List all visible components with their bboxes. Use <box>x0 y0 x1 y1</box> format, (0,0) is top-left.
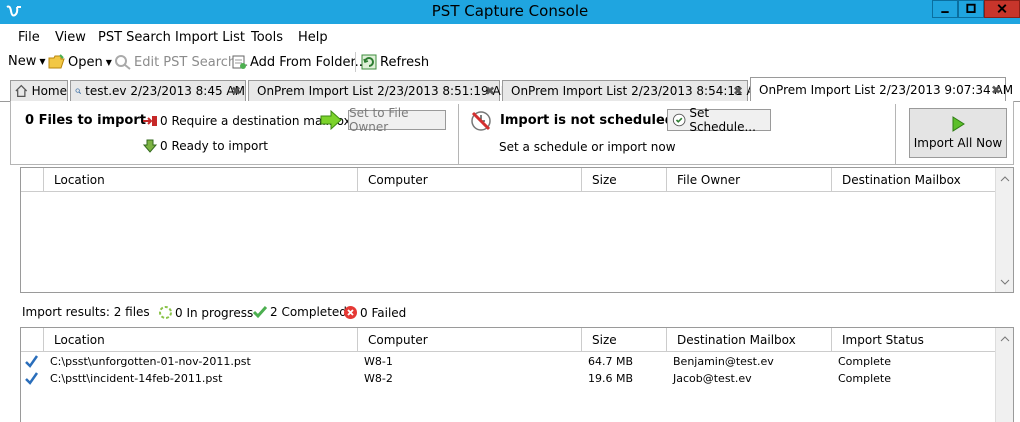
menu-file[interactable]: File <box>18 30 40 45</box>
results-header: Location Computer Size Destination Mailb… <box>21 328 1013 352</box>
window-title: PST Capture Console <box>431 2 589 20</box>
import-results-table[interactable]: Location Computer Size Destination Mailb… <box>20 327 1014 422</box>
refresh-button[interactable]: Refresh <box>361 54 429 70</box>
set-schedule-button[interactable]: Set Schedule... <box>667 106 771 134</box>
chevron-down-icon: ▼ <box>39 57 46 66</box>
col-file-owner[interactable]: File Owner <box>666 168 831 192</box>
not-scheduled-icon <box>471 111 491 131</box>
toolbar-separator <box>355 52 356 72</box>
completed-status: 2 Completed <box>252 305 347 319</box>
close-tab-icon[interactable]: ✖ <box>231 84 241 98</box>
col-destination-mailbox[interactable]: Destination Mailbox <box>666 328 831 352</box>
maximize-button[interactable] <box>958 0 984 18</box>
files-to-import: 0 Files to import <box>25 113 146 128</box>
row-destination-mailbox: Benjamin@test.ev <box>673 355 774 368</box>
add-from-folder-label: Add From Folder... <box>250 54 368 70</box>
schedule-check-icon <box>672 113 686 127</box>
scroll-down-icon[interactable] <box>1000 278 1010 286</box>
new-button[interactable]: New ▼ <box>8 54 46 69</box>
green-arrow-icon <box>320 110 342 130</box>
row-size: 19.6 MB <box>588 372 634 385</box>
close-button[interactable] <box>984 0 1020 18</box>
failed-status: 0 Failed <box>343 305 406 320</box>
ready-to-import-status: 0 Ready to import <box>142 139 268 153</box>
row-size: 64.7 MB <box>588 355 634 368</box>
row-location: C:\psst\unforgotten-01-nov-2011.pst <box>50 355 251 368</box>
tab-test-ev[interactable]: test.ev 2/23/2013 8:45 AM ✖ <box>70 80 246 101</box>
failed-icon <box>344 306 357 319</box>
col-computer[interactable]: Computer <box>357 328 581 352</box>
close-icon <box>997 4 1007 14</box>
tab-import-list-2[interactable]: OnPrem Import List 2/23/2013 8:54:11 AM … <box>502 80 765 101</box>
add-from-folder-button[interactable]: Add From Folder... <box>231 54 367 70</box>
menu-import-list[interactable]: Import List <box>175 30 245 45</box>
col-location[interactable]: Location <box>43 168 378 192</box>
menu-help[interactable]: Help <box>298 30 328 45</box>
refresh-icon <box>361 54 377 70</box>
header-divider <box>458 104 459 164</box>
header-divider <box>895 104 896 164</box>
open-label: Open <box>68 54 103 70</box>
menu-tools[interactable]: Tools <box>251 30 283 45</box>
import-results-summary: Import results: 2 files <box>22 305 150 319</box>
tab-import-list-3[interactable]: OnPrem Import List 2/23/2013 9:07:34 AM … <box>750 77 1013 102</box>
close-tab-icon[interactable]: ✖ <box>485 84 495 98</box>
tab-home[interactable]: Home <box>10 80 68 101</box>
add-folder-icon <box>232 55 246 69</box>
import-summary-panel <box>10 101 1014 165</box>
complete-check-icon <box>25 355 39 368</box>
row-computer: W8-1 <box>364 355 393 368</box>
import-list-scrollbar[interactable] <box>995 168 1013 292</box>
col-size[interactable]: Size <box>581 168 666 192</box>
row-destination-mailbox: Jacob@test.ev <box>673 372 752 385</box>
import-list-table[interactable]: Location Computer Size File Owner Destin… <box>20 167 1014 293</box>
close-tab-icon[interactable]: ✖ <box>733 84 743 98</box>
table-row[interactable]: C:\pstt\incident-14feb-2011.pst W8-2 19.… <box>21 371 996 388</box>
close-tab-icon[interactable]: ✖ <box>991 83 1001 97</box>
col-location[interactable]: Location <box>43 328 378 352</box>
maximize-icon <box>966 3 976 13</box>
home-icon <box>15 84 28 98</box>
tab-import-list-1[interactable]: OnPrem Import List 2/23/2013 8:51:19 AM … <box>248 80 511 101</box>
minimize-icon <box>941 11 949 13</box>
mailbox-required-icon <box>143 116 157 126</box>
folder-open-icon <box>48 54 65 69</box>
in-progress-status: 0 In progress <box>158 305 253 320</box>
schedule-hint: Set a schedule or import now <box>499 140 676 154</box>
open-button[interactable]: Open ▼ <box>48 54 112 70</box>
ready-arrow-icon <box>142 139 158 153</box>
col-computer[interactable]: Computer <box>357 168 581 192</box>
menu-pst-search[interactable]: PST Search <box>98 30 171 45</box>
col-destination-mailbox[interactable]: Destination Mailbox <box>831 168 996 192</box>
row-import-status: Complete <box>838 372 892 385</box>
schedule-status: Import is not scheduled <box>500 113 675 128</box>
play-icon <box>952 116 965 132</box>
scroll-up-icon[interactable] <box>1000 335 1010 343</box>
in-progress-icon <box>159 306 172 319</box>
import-list-header: Location Computer Size File Owner Destin… <box>21 168 1013 192</box>
edit-search-icon <box>115 55 131 70</box>
set-to-file-owner-button[interactable]: Set to File Owner <box>348 106 446 134</box>
scroll-up-icon[interactable] <box>1000 175 1010 183</box>
menu-view[interactable]: View <box>55 30 86 45</box>
complete-check-icon <box>25 372 39 385</box>
refresh-label: Refresh <box>380 54 430 70</box>
check-icon <box>252 306 268 319</box>
results-scrollbar[interactable] <box>995 328 1013 422</box>
table-row[interactable]: C:\psst\unforgotten-01-nov-2011.pst W8-1… <box>21 354 996 371</box>
col-size[interactable]: Size <box>581 328 666 352</box>
new-label: New <box>8 54 37 69</box>
row-import-status: Complete <box>838 355 892 368</box>
col-import-status[interactable]: Import Status <box>831 328 996 352</box>
search-icon <box>75 88 82 94</box>
import-all-now-button[interactable]: Import All Now <box>909 108 1007 158</box>
row-location: C:\pstt\incident-14feb-2011.pst <box>50 372 223 385</box>
edit-pst-search-button[interactable]: Edit PST Search... <box>114 54 249 70</box>
minimize-button[interactable] <box>932 0 958 18</box>
chevron-down-icon: ▼ <box>105 57 112 67</box>
row-computer: W8-2 <box>364 372 393 385</box>
